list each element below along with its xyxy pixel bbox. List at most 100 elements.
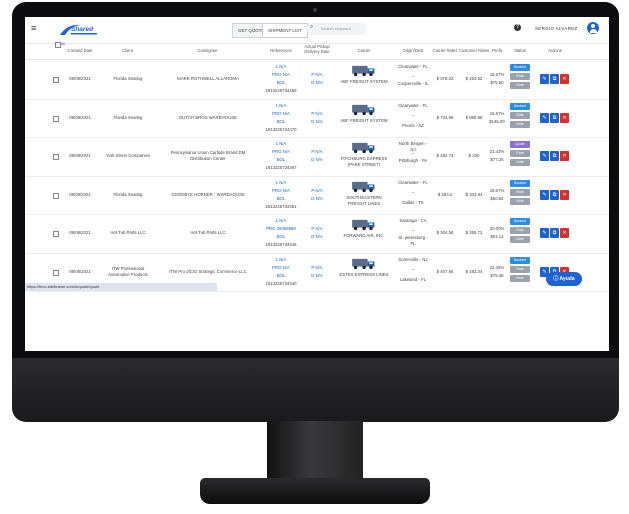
carrier-truck-icon — [352, 219, 378, 232]
carrier-name: FITCHBURG EXPRESS (PARK STREET) — [340, 156, 388, 167]
col-pickup-delivery[interactable]: Actual Pickup Delivery Date — [302, 44, 332, 54]
status-button-2[interactable]: Note — [510, 274, 530, 282]
ayuda-help-button[interactable]: ⓘ Ayuda — [546, 272, 582, 286]
edit-icon[interactable]: ✎ — [540, 189, 549, 200]
shared-logo[interactable]: Shared — [57, 22, 105, 38]
edit-icon[interactable]: ✎ — [540, 74, 549, 85]
status-button-0[interactable]: Booked — [510, 256, 530, 264]
help-icon[interactable]: ? — [514, 24, 521, 31]
col-origin-dest[interactable]: Origin/Dest — [396, 48, 430, 53]
reference-ref2[interactable]: PRO 39455988 — [262, 226, 300, 232]
col-references[interactable]: References — [265, 48, 297, 53]
carrier-truck-icon — [352, 142, 378, 155]
reference-ref4: 1913225734459 — [265, 88, 297, 93]
reference-ref3[interactable]: BOL — [262, 119, 300, 125]
copy-icon[interactable]: ⧉ — [550, 151, 559, 162]
status-button-0[interactable]: Booked — [510, 64, 530, 71]
copy-icon[interactable]: ⧉ — [550, 74, 559, 85]
status-button-2[interactable]: Note — [510, 197, 530, 205]
col-consignee[interactable]: Consignee — [180, 48, 235, 53]
reference-ref2[interactable]: PRO N/A — [262, 265, 300, 271]
col-status[interactable]: Status — [509, 48, 531, 53]
col-created-date[interactable]: Created Date — [65, 48, 95, 53]
status-button-0[interactable]: Booked — [510, 218, 530, 225]
status-button-2[interactable]: Note — [510, 236, 530, 243]
status-button-2[interactable]: Note — [510, 82, 530, 89]
row-checkbox[interactable] — [53, 231, 59, 238]
reference-ref3[interactable]: BOL — [262, 196, 300, 202]
status-button-0[interactable]: Booked — [510, 179, 530, 187]
reference-ref1[interactable]: 1 N/A — [262, 218, 300, 224]
col-customer-rates[interactable]: Customer Rates — [458, 48, 490, 53]
status-button-1[interactable]: Rate — [510, 265, 530, 273]
row-checkbox[interactable] — [53, 192, 59, 199]
delete-icon[interactable]: ✕ — [560, 74, 569, 85]
edit-icon[interactable]: ✎ — [540, 228, 549, 239]
delivery-date[interactable]: D N/A — [302, 196, 332, 202]
delivery-date[interactable]: D N/A — [302, 119, 332, 125]
row-checkbox[interactable] — [53, 77, 59, 84]
status-button-2[interactable]: Note — [510, 120, 530, 128]
reference-ref1[interactable]: 1 N/A — [262, 141, 300, 147]
copy-icon[interactable]: ⧉ — [550, 228, 559, 239]
pickup-date[interactable]: P N/A — [302, 265, 332, 271]
status-button-0[interactable]: Booked — [510, 102, 530, 110]
reference-ref2[interactable]: PRO N/A — [262, 149, 300, 155]
delete-icon[interactable]: ✕ — [560, 151, 569, 162]
delivery-date[interactable]: D N/A — [302, 273, 332, 279]
delivery-date[interactable]: D N/A — [302, 234, 332, 240]
origin: Clearwater - FL — [398, 102, 428, 108]
delivery-date[interactable]: D N/A — [302, 157, 332, 163]
reference-ref2[interactable]: PRO N/A — [262, 188, 300, 194]
row-checkbox[interactable] — [53, 154, 59, 161]
consignee-name: DUTCH BROS WAREHOUSE — [179, 114, 237, 120]
status-button-1[interactable]: Rate — [510, 188, 530, 196]
pickup-date[interactable]: P N/A — [302, 149, 332, 155]
reference-ref2[interactable]: PRO N/A — [262, 72, 300, 78]
status-button-1[interactable]: Rate — [510, 150, 530, 157]
status-button-2[interactable]: Note — [510, 159, 530, 166]
username[interactable]: SERGIO ALVAREZ — [535, 26, 578, 31]
delete-icon[interactable]: ✕ — [560, 189, 569, 200]
carrier-rate: $ 304.58 — [436, 230, 454, 236]
copy-icon[interactable]: ⧉ — [550, 189, 559, 200]
col-actions[interactable]: Actions — [540, 48, 570, 53]
pickup-date[interactable]: P N/A — [302, 72, 332, 78]
delete-icon[interactable]: ✕ — [560, 112, 569, 123]
hamburger-menu-icon[interactable]: ≡ — [31, 23, 36, 33]
pickup-date[interactable]: P N/A — [302, 226, 332, 232]
tab-shipment-list[interactable]: SHIPMENT LIST — [262, 23, 308, 38]
arrow-down-icon: ⌄ — [411, 111, 415, 117]
row-checkbox[interactable] — [53, 269, 59, 276]
reference-ref1[interactable]: 1 N/A — [262, 257, 300, 263]
reference-ref3[interactable]: BOL — [262, 234, 300, 240]
pickup-date[interactable]: P N/A — [302, 188, 332, 194]
profit-percent: 20.00% — [489, 226, 505, 232]
status-button-1[interactable]: Rate — [510, 111, 530, 119]
search-input[interactable]: Search shipment — [307, 23, 367, 35]
reference-ref3[interactable]: BOL — [262, 80, 300, 86]
col-carrier-rates[interactable]: Carrier Rates — [432, 48, 458, 53]
reference-ref1[interactable]: 1 N/A — [262, 180, 300, 186]
delete-icon[interactable]: ✕ — [560, 228, 569, 239]
copy-icon[interactable]: ⧉ — [550, 112, 559, 123]
status-button-1[interactable]: Rate — [510, 73, 530, 80]
row-checkbox[interactable] — [53, 115, 59, 122]
pickup-date[interactable]: P N/A — [302, 111, 332, 117]
delivery-date[interactable]: D N/A — [302, 80, 332, 86]
edit-icon[interactable]: ✎ — [540, 151, 549, 162]
reference-ref4: 1913225734467 — [265, 165, 297, 170]
status-button-0[interactable]: Quote — [510, 141, 530, 148]
edit-icon[interactable]: ✎ — [540, 112, 549, 123]
reference-ref3[interactable]: BOL — [262, 273, 300, 279]
col-profit[interactable]: Profit — [489, 48, 505, 53]
status-button-1[interactable]: Rate — [510, 227, 530, 234]
reference-ref1[interactable]: 1 N/A — [262, 103, 300, 109]
reference-ref3[interactable]: BOL — [262, 157, 300, 163]
reference-ref2[interactable]: PRO N/A — [262, 111, 300, 117]
reference-ref1[interactable]: 1 N/A — [262, 64, 300, 70]
col-client[interactable]: Client — [110, 48, 145, 53]
user-avatar-icon[interactable] — [587, 22, 599, 34]
profit-amount: $77.28 — [490, 157, 504, 163]
col-carrier[interactable]: Carrier — [345, 48, 383, 53]
